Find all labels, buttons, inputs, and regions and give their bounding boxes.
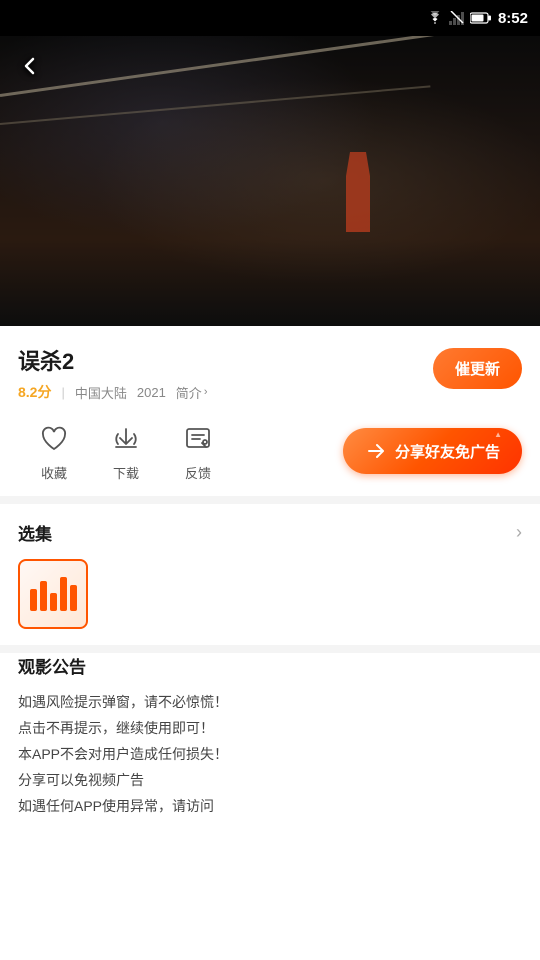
video-scene bbox=[0, 36, 540, 326]
chevron-right-icon: › bbox=[204, 386, 208, 398]
status-icons bbox=[426, 11, 492, 25]
download-action[interactable]: 下载 bbox=[90, 420, 162, 482]
episode-section-header: 选集 › bbox=[18, 520, 522, 545]
content-area: 误杀2 8.2分 | 中国大陆 2021 简介 › 催更新 收藏 bbox=[0, 326, 540, 839]
back-icon bbox=[19, 55, 41, 77]
episode-thumbnail[interactable] bbox=[18, 559, 88, 629]
battery-icon bbox=[470, 12, 492, 24]
download-label: 下载 bbox=[113, 463, 139, 482]
movie-year: 2021 bbox=[137, 385, 166, 400]
bar-4 bbox=[60, 577, 67, 611]
episode-section: 选集 › bbox=[0, 504, 540, 645]
bar-2 bbox=[40, 581, 47, 611]
download-icon bbox=[112, 425, 140, 453]
status-time: 8:52 bbox=[498, 10, 528, 27]
movie-meta: 8.2分 | 中国大陆 2021 简介 › bbox=[18, 382, 207, 402]
section-divider-1 bbox=[0, 496, 540, 504]
bar-5 bbox=[70, 585, 77, 611]
feedback-label: 反馈 bbox=[185, 463, 211, 482]
feedback-icon bbox=[184, 425, 212, 453]
notice-section: 观影公告 如遇风险提示弹窗，请不必惊慌！ 点击不再提示，继续使用即可！ 本APP… bbox=[0, 653, 540, 839]
video-thumbnail bbox=[0, 36, 540, 326]
section-divider-2 bbox=[0, 645, 540, 653]
bar-1 bbox=[30, 589, 37, 611]
video-container[interactable] bbox=[0, 36, 540, 326]
update-button[interactable]: 催更新 bbox=[433, 348, 522, 389]
episode-section-title: 选集 bbox=[18, 520, 52, 545]
back-button[interactable] bbox=[12, 48, 48, 84]
wifi-icon bbox=[426, 11, 444, 25]
status-bar: 8:52 bbox=[0, 0, 540, 36]
bar-3 bbox=[50, 593, 57, 611]
meta-divider1: | bbox=[61, 385, 64, 400]
intro-link[interactable]: 简介 › bbox=[176, 383, 208, 402]
movie-title-section: 误杀2 8.2分 | 中国大陆 2021 简介 › bbox=[18, 344, 207, 402]
signal-icon bbox=[449, 11, 465, 25]
download-icon-wrap bbox=[107, 420, 145, 458]
movie-title: 误杀2 bbox=[18, 344, 207, 376]
share-ad-label: 分享好友免广告 bbox=[395, 441, 500, 462]
movie-info: 误杀2 8.2分 | 中国大陆 2021 简介 › 催更新 bbox=[0, 326, 540, 414]
notice-title: 观影公告 bbox=[18, 653, 522, 678]
collect-action[interactable]: 收藏 bbox=[18, 420, 90, 482]
feedback-icon-wrap bbox=[179, 420, 217, 458]
movie-rating: 8.2分 bbox=[18, 382, 51, 402]
movie-country: 中国大陆 bbox=[75, 383, 127, 402]
collect-label: 收藏 bbox=[41, 463, 67, 482]
bars-icon bbox=[30, 577, 77, 611]
share-arrow-icon bbox=[366, 441, 386, 461]
share-ad-button[interactable]: 分享好友免广告 bbox=[343, 428, 522, 474]
heart-icon-wrap bbox=[35, 420, 73, 458]
episode-more-icon[interactable]: › bbox=[516, 522, 522, 543]
feedback-action[interactable]: 反馈 bbox=[162, 420, 234, 482]
action-bar: 收藏 下载 bbox=[0, 414, 540, 496]
heart-icon bbox=[40, 426, 68, 452]
notice-text: 如遇风险提示弹窗，请不必惊慌！ 点击不再提示，继续使用即可！ 本APP不会对用户… bbox=[18, 690, 522, 819]
share-icon bbox=[365, 440, 387, 462]
